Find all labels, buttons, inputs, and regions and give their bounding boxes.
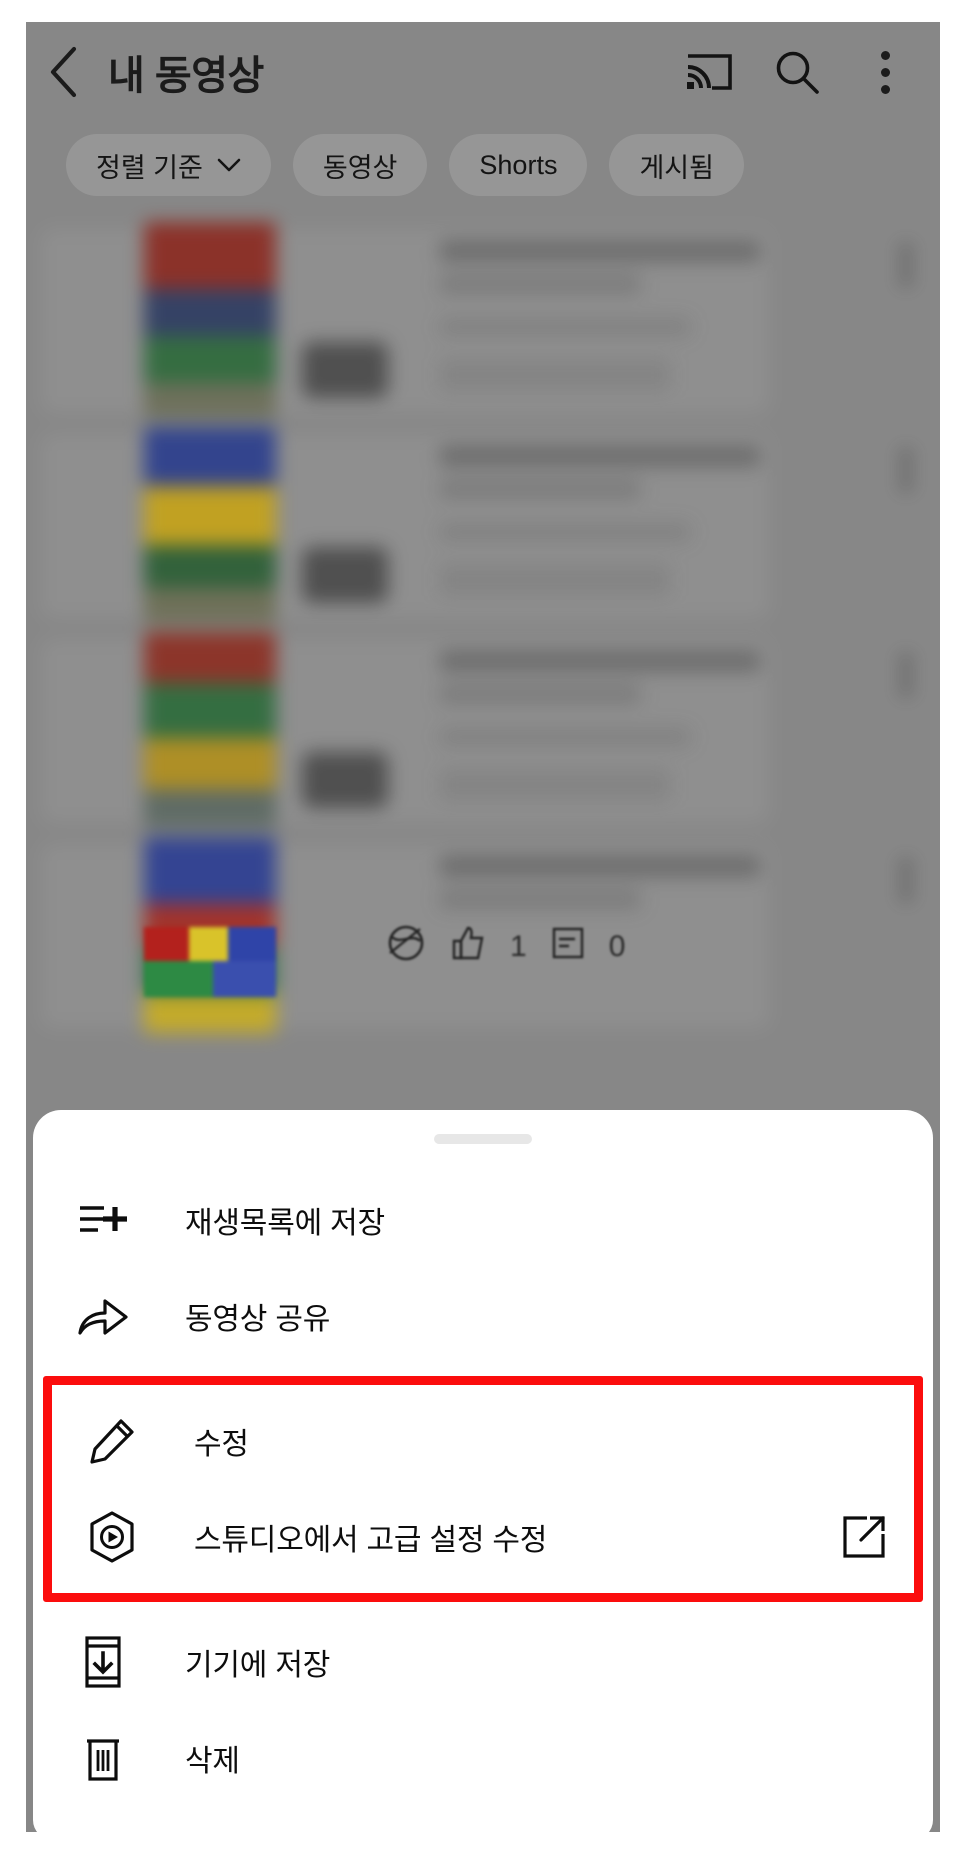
video-duration-badge xyxy=(302,342,388,398)
comment-count: 0 xyxy=(608,930,626,963)
kebab-dot xyxy=(902,246,910,254)
playlist-add-icon xyxy=(75,1192,131,1248)
video-thumbnail-partial xyxy=(144,927,276,997)
chip-label: 게시됨 xyxy=(639,152,714,183)
menu-item-label: 기기에 저장 xyxy=(185,1649,331,1682)
video-list-item[interactable] xyxy=(40,222,926,418)
video-title-line xyxy=(440,445,760,467)
kebab-dot xyxy=(880,50,890,60)
chip-published[interactable]: 게시됨 xyxy=(609,134,744,196)
video-title-line xyxy=(440,240,760,262)
kebab-dot xyxy=(902,876,910,884)
chip-label: 동영상 xyxy=(322,152,398,183)
filter-chip-row: 정렬 기준 동영상 Shorts 게시됨 xyxy=(26,122,940,208)
video-thumbnail xyxy=(144,222,276,418)
menu-item-label: 삭제 xyxy=(185,1745,240,1778)
video-duration-badge xyxy=(302,752,388,808)
like-count: 1 xyxy=(510,930,527,963)
video-list xyxy=(26,212,940,1033)
kebab-dots xyxy=(880,50,890,94)
kebab-dot xyxy=(902,276,910,284)
kebab-dot xyxy=(902,451,910,459)
external-link-icon xyxy=(840,1513,888,1561)
video-overflow-icon[interactable] xyxy=(902,861,910,899)
video-list-item[interactable] xyxy=(40,632,926,828)
kebab-dot xyxy=(880,67,890,77)
kebab-dot xyxy=(902,261,910,269)
bottom-sheet: 재생목록에 저장 동영상 공유 수정 스튜디오에서 고급 설정 수정 기기에 저… xyxy=(33,1110,933,1840)
cast-icon[interactable] xyxy=(680,43,738,101)
menu-item-label: 수정 xyxy=(194,1428,249,1461)
video-subtitle-line xyxy=(440,318,690,336)
menu-item-save-to-device[interactable]: 기기에 저장 xyxy=(33,1614,933,1710)
video-subtitle-line xyxy=(440,523,690,541)
kebab-dot xyxy=(902,656,910,664)
video-overflow-icon[interactable] xyxy=(902,246,910,284)
chip-label: Shorts xyxy=(479,149,558,180)
thumbs-up-icon xyxy=(450,925,486,969)
kebab-dot xyxy=(902,861,910,869)
video-title-line xyxy=(440,889,640,909)
search-icon[interactable] xyxy=(768,43,826,101)
menu-item-edit-in-studio[interactable]: 스튜디오에서 고급 설정 수정 xyxy=(52,1489,914,1585)
kebab-dot xyxy=(902,466,910,474)
video-overflow-icon[interactable] xyxy=(902,656,910,694)
bottom-sheet-menu: 재생목록에 저장 동영상 공유 수정 스튜디오에서 고급 설정 수정 기기에 저… xyxy=(33,1172,933,1806)
studio-badge-icon xyxy=(84,1509,140,1565)
menu-item-share-video[interactable]: 동영상 공유 xyxy=(33,1268,933,1364)
menu-item-label: 동영상 공유 xyxy=(185,1303,331,1336)
chip-videos[interactable]: 동영상 xyxy=(292,134,428,196)
video-stats-partial: 1 0 xyxy=(386,922,726,972)
highlight-annotation-box: 수정 스튜디오에서 고급 설정 수정 xyxy=(43,1376,923,1602)
video-list-item[interactable] xyxy=(40,427,926,623)
video-stats-row xyxy=(440,768,670,802)
video-thumbnail xyxy=(144,632,276,828)
back-chevron-icon[interactable] xyxy=(40,43,86,101)
video-title-line xyxy=(440,274,640,294)
pencil-edit-icon xyxy=(84,1413,140,1469)
trash-icon xyxy=(75,1730,131,1786)
kebab-dot xyxy=(902,686,910,694)
kebab-dot xyxy=(880,84,890,94)
globe-privacy-icon xyxy=(386,923,426,971)
menu-item-edit[interactable]: 수정 xyxy=(52,1393,914,1489)
chip-label: 정렬 기준 xyxy=(96,152,203,183)
comment-icon xyxy=(551,926,585,968)
menu-item-label: 스튜디오에서 고급 설정 수정 xyxy=(194,1524,548,1557)
kebab-dot xyxy=(902,671,910,679)
video-stats-row xyxy=(440,358,670,392)
chip-shorts[interactable]: Shorts xyxy=(449,134,588,196)
video-thumbnail xyxy=(144,427,276,623)
menu-item-save-to-playlist[interactable]: 재생목록에 저장 xyxy=(33,1172,933,1268)
video-stats-row xyxy=(440,563,670,597)
chevron-down-icon xyxy=(217,158,241,172)
kebab-dot xyxy=(902,891,910,899)
menu-item-delete[interactable]: 삭제 xyxy=(33,1710,933,1806)
kebab-dot xyxy=(902,481,910,489)
menu-item-label: 재생목록에 저장 xyxy=(185,1207,385,1240)
video-subtitle-line xyxy=(440,728,690,746)
phone-screenshot: 내 동영상 정렬 기준 동영상 Shorts 게시됨 1 0 재생목록에 저장 … xyxy=(0,0,966,1875)
share-arrow-icon xyxy=(75,1288,131,1344)
video-title-line xyxy=(440,650,760,672)
page-title: 내 동영상 xyxy=(108,54,264,98)
video-overflow-icon[interactable] xyxy=(902,451,910,489)
video-title-line xyxy=(440,479,640,499)
video-duration-badge xyxy=(302,547,388,603)
video-title-line xyxy=(440,684,640,704)
video-title-line xyxy=(440,855,760,877)
download-device-icon xyxy=(75,1634,131,1690)
app-bar: 내 동영상 xyxy=(26,22,940,122)
drag-handle[interactable] xyxy=(434,1134,532,1144)
kebab-menu-icon[interactable] xyxy=(856,43,914,101)
chip-sort-by[interactable]: 정렬 기준 xyxy=(66,134,271,196)
